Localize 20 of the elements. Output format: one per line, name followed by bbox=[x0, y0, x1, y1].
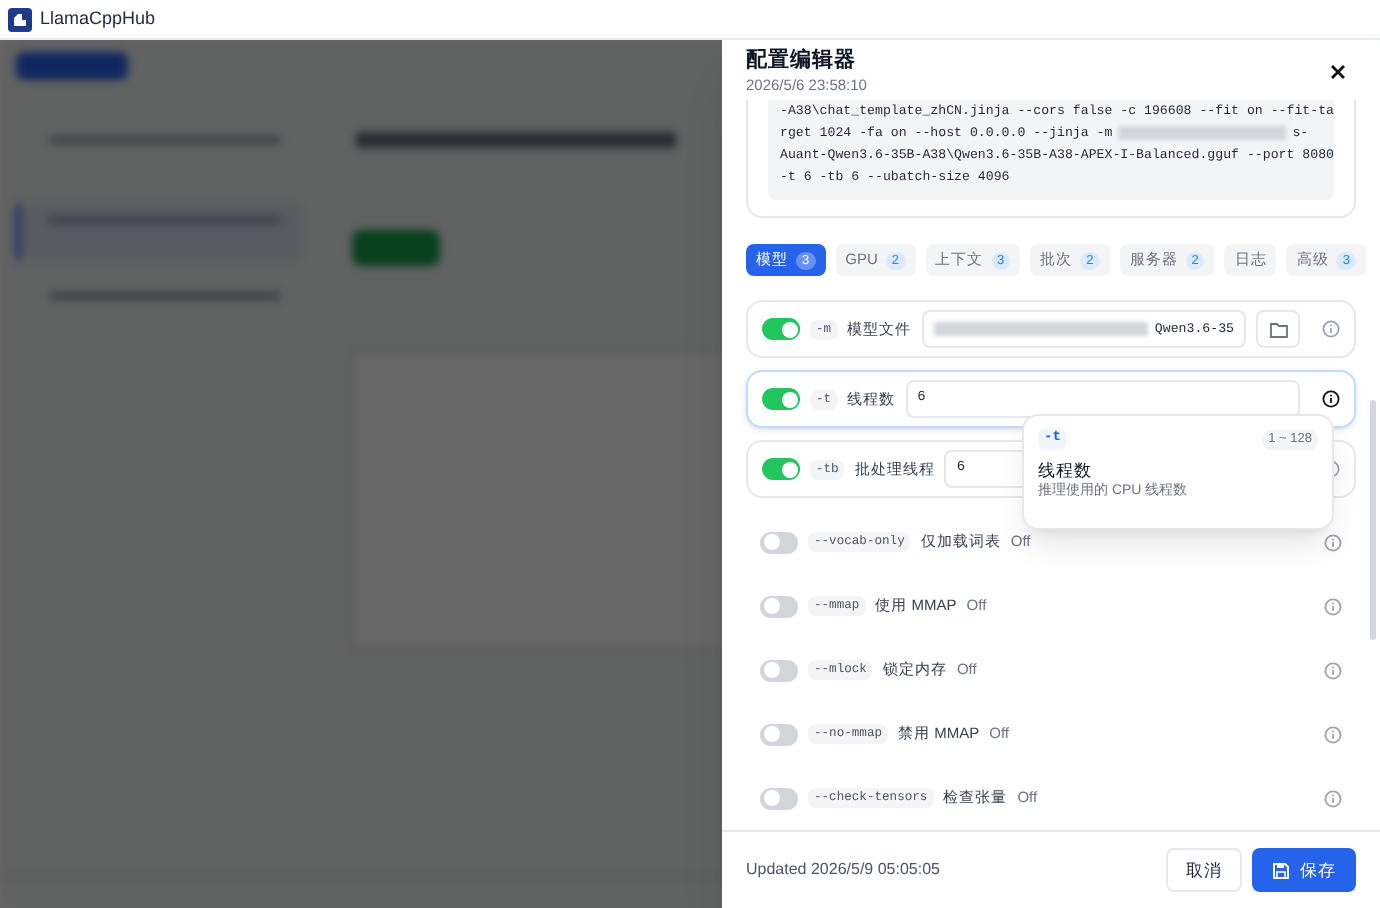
save-icon bbox=[1272, 861, 1290, 879]
drawer-title: 配置编辑器 bbox=[746, 46, 858, 74]
tooltip-title: 线程数 bbox=[1038, 458, 1094, 482]
toggle-switch[interactable] bbox=[762, 318, 800, 340]
toggle-switch[interactable] bbox=[760, 531, 798, 553]
app-logo-icon bbox=[8, 7, 32, 31]
toggle-switch[interactable] bbox=[760, 723, 798, 745]
save-button[interactable]: 保存 bbox=[1252, 848, 1356, 892]
toggle-switch[interactable] bbox=[762, 388, 800, 410]
toggle-switch[interactable] bbox=[760, 659, 798, 681]
toggle-switch[interactable] bbox=[760, 595, 798, 617]
browse-button[interactable] bbox=[1256, 310, 1300, 348]
folder-icon bbox=[1269, 321, 1287, 337]
info-icon[interactable] bbox=[1322, 390, 1340, 408]
updated-timestamp: Updated 2026/5/9 05:05:05 bbox=[746, 858, 942, 882]
window-title: LlamaCppHub bbox=[40, 5, 156, 32]
toggle-switch[interactable] bbox=[760, 787, 798, 809]
toggle-switch[interactable] bbox=[762, 458, 800, 480]
close-button[interactable] bbox=[1328, 62, 1348, 82]
cancel-button[interactable]: 取消 bbox=[1166, 848, 1242, 892]
